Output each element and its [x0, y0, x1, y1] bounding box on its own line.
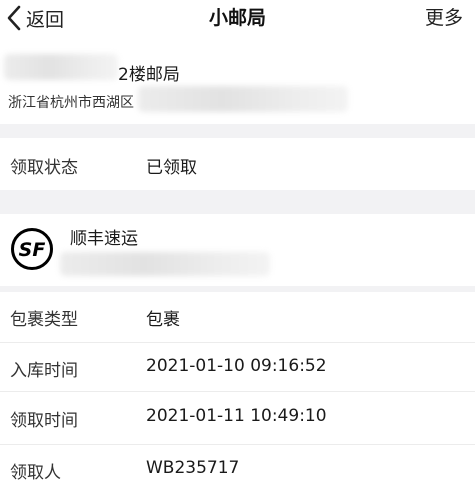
detail-value: 2021-01-10 09:16:52 [146, 356, 327, 376]
detail-label: 领取时间 [10, 411, 78, 431]
redacted-station-prefix [4, 54, 118, 80]
detail-row-type: 包裹类型 包裹 [0, 292, 475, 342]
detail-label: 包裹类型 [10, 310, 78, 330]
detail-label: 入库时间 [10, 361, 78, 381]
section-gap [0, 124, 475, 138]
detail-row-pickup-time: 领取时间 2021-01-11 10:49:10 [0, 392, 475, 444]
page-title: 小邮局 [208, 7, 266, 29]
section-gap [0, 190, 475, 214]
station-name: 2楼邮局 [118, 65, 180, 85]
station-address: 浙江省杭州市西湖区 [8, 95, 134, 111]
redacted-address-detail [138, 86, 348, 112]
sf-express-logo: SF [11, 228, 53, 270]
svg-text:SF: SF [19, 239, 46, 261]
courier-name: 顺丰速运 [70, 229, 138, 249]
detail-row-recipient: 领取人 WB235717 [0, 445, 475, 500]
package-detail-screen: 返回 小邮局 更多 2楼邮局 浙江省杭州市西湖区 领取状态 已领取 SF 顺丰速… [0, 0, 475, 500]
detail-value: 2021-01-11 10:49:10 [146, 406, 327, 426]
pickup-status-label: 领取状态 [10, 158, 78, 178]
more-button[interactable]: 更多 [425, 3, 463, 33]
pickup-status-value: 已领取 [146, 158, 197, 178]
nav-bar: 返回 小邮局 更多 [0, 0, 475, 36]
detail-label: 领取人 [10, 463, 61, 483]
detail-row-checkin-time: 入库时间 2021-01-10 09:16:52 [0, 343, 475, 391]
courier-info: SF 顺丰速运 [0, 214, 475, 286]
redacted-tracking-number [60, 252, 270, 276]
detail-value: WB235717 [146, 458, 240, 478]
station-info: 2楼邮局 浙江省杭州市西湖区 [0, 44, 475, 124]
detail-value: 包裹 [146, 310, 180, 330]
pickup-status-row: 领取状态 已领取 [0, 138, 475, 190]
